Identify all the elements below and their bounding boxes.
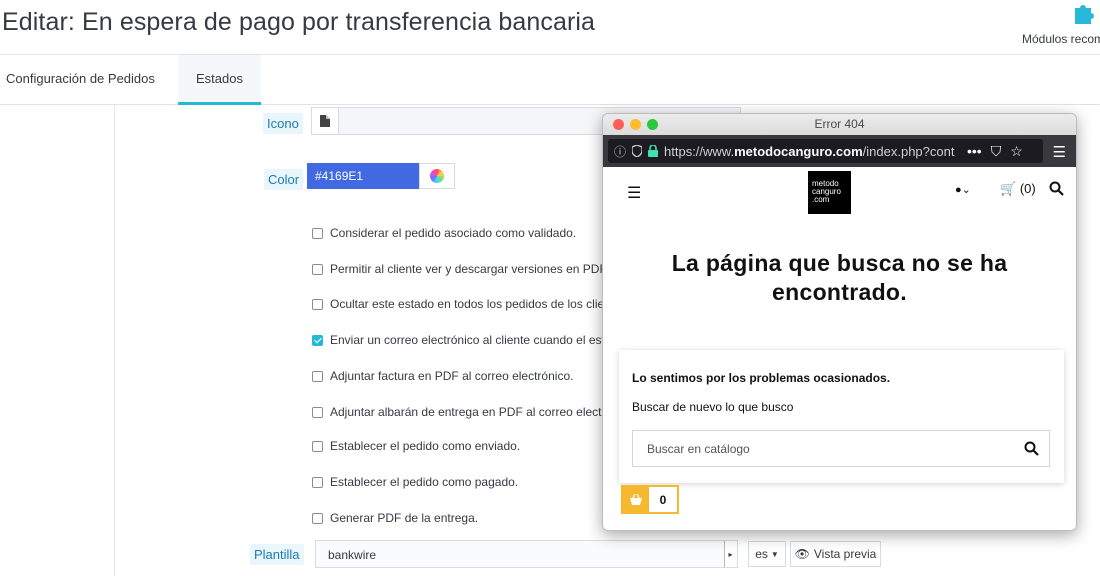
color-wheel-icon <box>430 169 444 183</box>
tab-statuses[interactable]: Estados <box>178 55 261 105</box>
checkbox-label: Establecer el pedido como pagado. <box>330 475 519 489</box>
site-cart-count: (0) <box>1019 181 1036 196</box>
file-icon-button[interactable] <box>311 107 339 135</box>
checkbox[interactable] <box>312 406 323 418</box>
checkbox-attach-delivery-slip[interactable]: Adjuntar albarán de entrega en PDF al co… <box>312 403 619 421</box>
checkbox-delivery-pdf[interactable]: Generar PDF de la entrega. <box>312 509 478 527</box>
site-logo[interactable]: metodo canguro .com <box>808 171 851 214</box>
site-search-icon[interactable] <box>1049 181 1064 196</box>
language-value: es <box>755 547 768 561</box>
template-select[interactable]: bankwire <box>315 540 738 568</box>
url-prefix: https://www. <box>664 143 735 159</box>
floating-cart-count: 0 <box>649 487 677 512</box>
url-path: /index.php?cont <box>862 143 955 159</box>
checkbox-label: Ocultar este estado en todos los pedidos… <box>330 297 621 311</box>
checkbox-hide-status[interactable]: Ocultar este estado en todos los pedidos… <box>312 295 621 313</box>
basket-icon <box>623 487 649 512</box>
icon-label: Icono <box>263 113 303 134</box>
sorry-message: Lo sentimos por los problemas ocasionado… <box>632 371 891 385</box>
modules-recommended-link[interactable]: Módulos recom <box>1010 0 1100 50</box>
browser-toolbar: ⓘ https://www. metodocanguro.com/index.ph… <box>603 135 1076 167</box>
not-found-heading: La página que busca no se ha encontrado. <box>671 250 1008 305</box>
checkbox-validated[interactable]: Considerar el pedido asociado como valid… <box>312 224 576 242</box>
site-viewport: ☰ metodo canguro .com ●⌄ 🛒 (0) La página… <box>603 167 1076 530</box>
checkbox-paid[interactable]: Establecer el pedido como pagado. <box>312 473 518 491</box>
checkbox[interactable] <box>312 263 323 275</box>
language-dropdown[interactable]: es ▼ <box>748 541 786 567</box>
checkbox[interactable] <box>312 227 323 239</box>
cart-icon: 🛒 <box>1000 181 1017 196</box>
checkbox-pdf-download[interactable]: Permitir al cliente ver y descargar vers… <box>312 260 623 278</box>
puzzle-icon <box>1075 5 1094 24</box>
checkbox[interactable] <box>312 370 323 382</box>
search-again-text: Buscar de nuevo lo que busco <box>632 400 794 414</box>
eye-icon: 👁 <box>794 547 810 561</box>
page: Editar: En espera de pago por transferen… <box>0 0 1100 576</box>
file-icon <box>320 115 330 127</box>
search-icon[interactable] <box>1024 441 1039 456</box>
tab-order-settings[interactable]: Configuración de Pedidos <box>0 55 173 105</box>
url-domain: metodocanguro.com <box>734 143 863 159</box>
search-placeholder: Buscar en catálogo <box>647 442 750 456</box>
checkbox-send-email[interactable]: Enviar un correo electrónico al cliente … <box>312 331 618 349</box>
checkbox[interactable] <box>312 512 323 524</box>
site-menu-icon[interactable]: ☰ <box>627 183 641 203</box>
page-title: Editar: En espera de pago por transferen… <box>2 8 596 36</box>
logo-line: .com <box>812 195 830 204</box>
select-arrow-icon[interactable]: ▸ <box>724 541 736 567</box>
window-title: Error 404 <box>814 117 865 131</box>
color-label: Color <box>264 169 304 190</box>
checkbox-label: Adjuntar factura en PDF al correo electr… <box>330 369 574 383</box>
preview-label: Vista previa <box>813 547 877 561</box>
tab-bar: Configuración de Pedidos Estados <box>0 55 1100 105</box>
checkbox-checked[interactable] <box>312 334 323 346</box>
caret-down-icon: ▼ <box>770 549 779 559</box>
checkbox-label: Considerar el pedido asociado como valid… <box>330 226 577 240</box>
checkbox-label: Enviar un correo electrónico al cliente … <box>330 333 619 347</box>
checkbox-shipped[interactable]: Establecer el pedido como enviado. <box>312 437 520 455</box>
modules-label: Módulos recom <box>1021 32 1100 46</box>
info-icon[interactable]: ⓘ <box>614 143 626 160</box>
checkbox-label: Permitir al cliente ver y descargar vers… <box>330 262 624 276</box>
column-divider <box>114 105 115 576</box>
shield-icon[interactable] <box>632 145 643 157</box>
checkbox-label: Generar PDF de la entrega. <box>330 511 479 525</box>
checkbox[interactable] <box>312 298 323 310</box>
color-picker-button[interactable] <box>419 163 455 189</box>
checkbox-label: Adjuntar albarán de entrega en PDF al co… <box>330 405 619 419</box>
bookmark-star-icon[interactable]: ☆ <box>1010 143 1023 160</box>
site-cart-link[interactable]: 🛒 (0) <box>1000 181 1036 197</box>
lock-icon <box>648 145 659 157</box>
browser-window: Error 404 ⓘ https://www. metodocanguro.co… <box>602 113 1077 531</box>
floating-cart-badge[interactable]: 0 <box>621 485 679 514</box>
more-actions-icon[interactable]: ••• <box>967 143 982 159</box>
checkbox-label: Establecer el pedido como enviado. <box>330 439 521 453</box>
checkbox[interactable] <box>312 440 323 452</box>
catalog-search-input[interactable]: Buscar en catálogo <box>632 430 1050 467</box>
template-label: Plantilla <box>250 544 304 565</box>
browser-menu-icon[interactable]: ☰ <box>1053 143 1066 161</box>
window-titlebar[interactable]: Error 404 <box>603 114 1076 135</box>
pocket-icon[interactable]: ⛉ <box>991 143 1002 160</box>
checkbox-attach-invoice[interactable]: Adjuntar factura en PDF al correo electr… <box>312 367 573 385</box>
user-account-icon[interactable]: ●⌄ <box>955 183 971 196</box>
search-again-card: Lo sentimos por los problemas ocasionado… <box>619 350 1064 483</box>
color-input[interactable]: #4169E1 <box>307 163 419 189</box>
checkbox[interactable] <box>312 476 323 488</box>
preview-button[interactable]: 👁 Vista previa <box>790 541 881 567</box>
address-actions: ••• ⛉ ☆ <box>961 139 1029 163</box>
